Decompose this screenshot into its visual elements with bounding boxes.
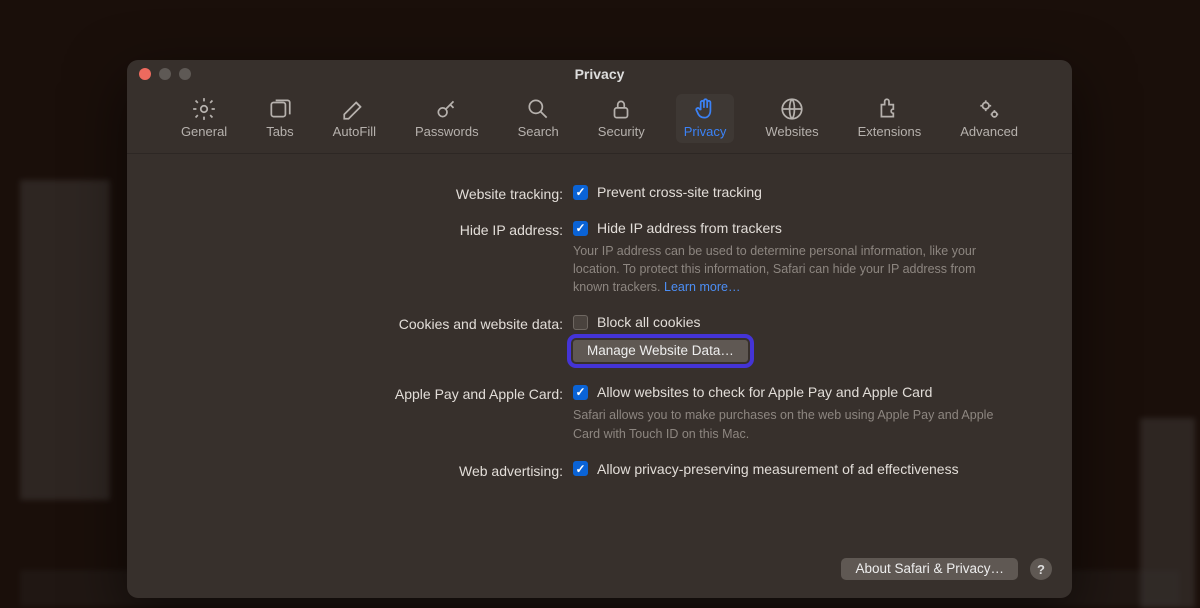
checkbox-icon — [573, 185, 588, 200]
checkbox-prevent-tracking[interactable]: Prevent cross-site tracking — [573, 184, 1008, 200]
traffic-lights — [139, 68, 191, 80]
close-window-button[interactable] — [139, 68, 151, 80]
row-web-advertising: Web advertising: Allow privacy-preservin… — [167, 461, 1008, 479]
checkbox-label: Allow websites to check for Apple Pay an… — [597, 384, 932, 400]
checkbox-label: Block all cookies — [597, 314, 701, 330]
tab-label: Passwords — [415, 124, 479, 139]
search-icon — [525, 98, 551, 120]
pencil-icon — [341, 98, 367, 120]
tab-advanced[interactable]: Advanced — [952, 94, 1026, 143]
tab-general[interactable]: General — [173, 94, 235, 143]
tab-privacy[interactable]: Privacy — [676, 94, 735, 143]
checkbox-label: Allow privacy-preserving measurement of … — [597, 461, 959, 477]
checkbox-icon — [573, 315, 588, 330]
about-safari-privacy-button[interactable]: About Safari & Privacy… — [841, 558, 1018, 580]
hand-icon — [692, 98, 718, 120]
tab-label: Extensions — [858, 124, 922, 139]
learn-more-link[interactable]: Learn more… — [664, 280, 740, 294]
tab-label: Websites — [765, 124, 818, 139]
checkbox-icon — [573, 385, 588, 400]
minimize-window-button[interactable] — [159, 68, 171, 80]
checkbox-ad-measurement[interactable]: Allow privacy-preserving measurement of … — [573, 461, 1008, 477]
manage-website-data-button[interactable]: Manage Website Data… — [573, 340, 748, 362]
tab-label: Privacy — [684, 124, 727, 139]
row-website-tracking: Website tracking: Prevent cross-site tra… — [167, 184, 1008, 202]
tab-websites[interactable]: Websites — [757, 94, 826, 143]
tabs-icon — [267, 98, 293, 120]
row-hide-ip: Hide IP address: Hide IP address from tr… — [167, 220, 1008, 296]
titlebar: Privacy — [127, 60, 1072, 88]
checkbox-block-cookies[interactable]: Block all cookies — [573, 314, 1008, 330]
checkbox-apple-pay[interactable]: Allow websites to check for Apple Pay an… — [573, 384, 1008, 400]
gears-icon — [976, 98, 1002, 120]
row-label: Website tracking: — [167, 184, 573, 202]
tab-extensions[interactable]: Extensions — [850, 94, 930, 143]
lock-icon — [608, 98, 634, 120]
tab-security[interactable]: Security — [590, 94, 653, 143]
checkbox-icon — [573, 221, 588, 236]
row-label: Web advertising: — [167, 461, 573, 479]
help-button[interactable]: ? — [1030, 558, 1052, 580]
tab-label: Tabs — [266, 124, 293, 139]
tab-label: Advanced — [960, 124, 1018, 139]
background-blur — [20, 180, 110, 500]
tab-passwords[interactable]: Passwords — [407, 94, 487, 143]
globe-icon — [779, 98, 805, 120]
tab-label: General — [181, 124, 227, 139]
gear-icon — [191, 98, 217, 120]
checkbox-icon — [573, 461, 588, 476]
tab-label: AutoFill — [333, 124, 376, 139]
settings-content: Website tracking: Prevent cross-site tra… — [127, 154, 1072, 517]
preferences-window: Privacy General Tabs AutoFill Passwords … — [127, 60, 1072, 598]
row-label: Apple Pay and Apple Card: — [167, 384, 573, 402]
row-label: Cookies and website data: — [167, 314, 573, 332]
checkbox-label: Hide IP address from trackers — [597, 220, 782, 236]
checkbox-label: Prevent cross-site tracking — [597, 184, 762, 200]
preferences-toolbar: General Tabs AutoFill Passwords Search S… — [127, 88, 1072, 154]
tab-search[interactable]: Search — [510, 94, 567, 143]
tab-label: Security — [598, 124, 645, 139]
checkbox-hide-ip[interactable]: Hide IP address from trackers — [573, 220, 1008, 236]
footer: About Safari & Privacy… ? — [841, 558, 1052, 580]
window-title: Privacy — [127, 66, 1072, 82]
tab-autofill[interactable]: AutoFill — [325, 94, 384, 143]
row-description: Safari allows you to make purchases on t… — [573, 406, 1003, 442]
row-cookies: Cookies and website data: Block all cook… — [167, 314, 1008, 362]
zoom-window-button[interactable] — [179, 68, 191, 80]
tab-tabs[interactable]: Tabs — [258, 94, 301, 143]
row-label: Hide IP address: — [167, 220, 573, 238]
key-icon — [434, 98, 460, 120]
row-apple-pay: Apple Pay and Apple Card: Allow websites… — [167, 384, 1008, 442]
puzzle-icon — [876, 98, 902, 120]
tab-label: Search — [518, 124, 559, 139]
row-description: Your IP address can be used to determine… — [573, 242, 1003, 296]
